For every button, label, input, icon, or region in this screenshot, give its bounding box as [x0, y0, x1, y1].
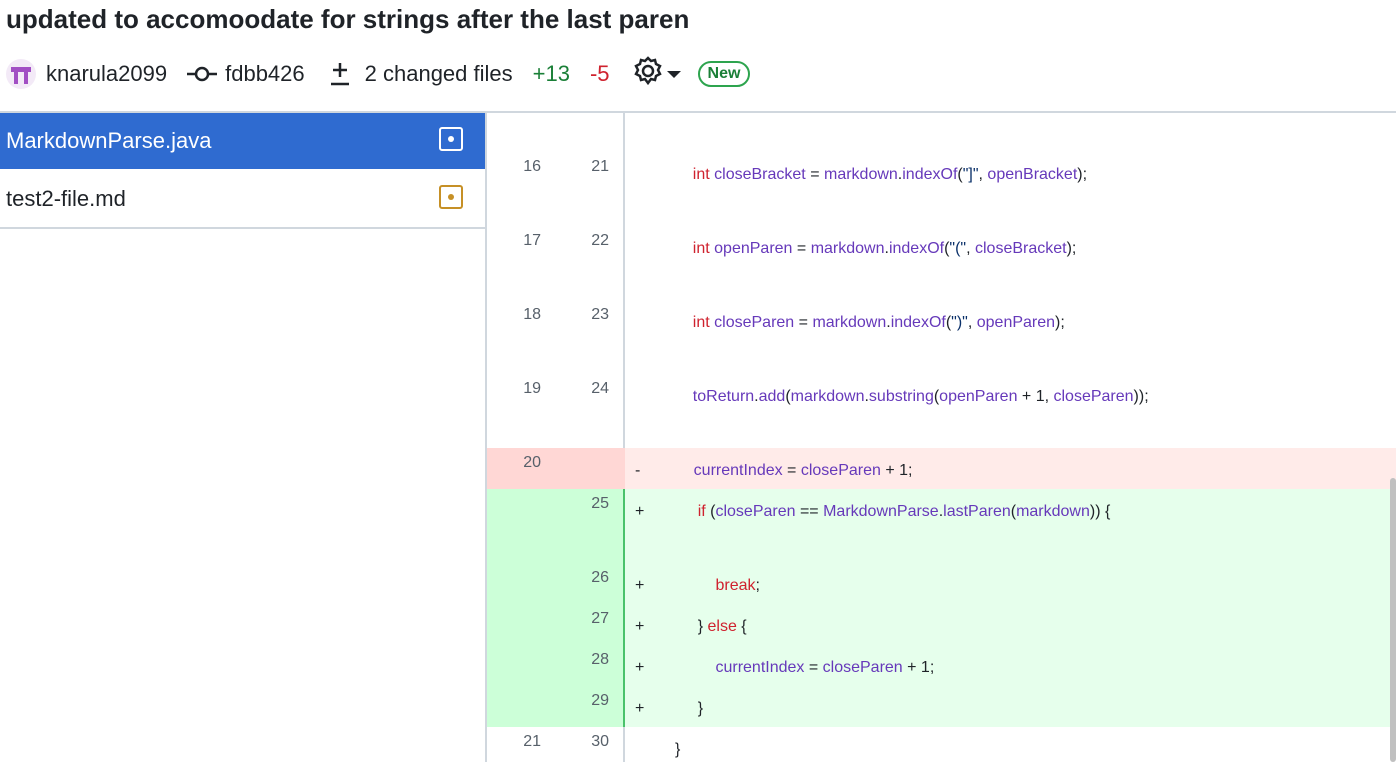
code-line: + currentIndex = closeParen + 1;: [635, 659, 935, 676]
author-link[interactable]: knarula2099: [46, 61, 167, 87]
new-line-number[interactable]: 23: [555, 300, 625, 374]
diff-line: 21 30 }: [487, 727, 1396, 762]
diff-sign: +: [635, 659, 645, 676]
file-name: test2-file.md: [6, 186, 126, 211]
code-line: toReturn.add(markdown.substring(openPare…: [625, 374, 1396, 448]
commit-icon: [187, 64, 218, 84]
diff-line: 27 + } else {: [487, 604, 1396, 645]
diff-sign: +: [635, 700, 645, 717]
diff-sign: +: [635, 503, 645, 520]
new-line-number[interactable]: 21: [555, 152, 625, 226]
code-line: int openParen = markdown.indexOf("(", cl…: [625, 226, 1396, 300]
diff-line: 1520 int openBracket = markdown.indexOf(…: [487, 113, 1396, 152]
diff-line: 18 23 int closeParen = markdown.indexOf("…: [487, 300, 1396, 374]
gear-icon: [632, 55, 664, 93]
new-badge: New: [697, 61, 751, 87]
file-modified-icon: [439, 127, 463, 151]
new-line-number[interactable]: 30: [555, 727, 625, 762]
old-line-number[interactable]: [487, 604, 555, 645]
code-line: int openBracket = markdown.indexOf("[", …: [625, 113, 1396, 152]
code-line: - currentIndex = closeParen + 1;: [635, 462, 913, 479]
diff-line: 16 21 int closeBracket = markdown.indexOf…: [487, 152, 1396, 226]
file-modified-icon: [439, 185, 463, 209]
file-item-markdownparse[interactable]: MarkdownParse.java: [0, 113, 485, 171]
deletions-count: -5: [589, 61, 610, 86]
code-line: + if (closeParen == MarkdownParse.lastPa…: [635, 503, 1111, 520]
old-line-number[interactable]: 18: [487, 300, 555, 374]
old-line-number[interactable]: 19: [487, 374, 555, 448]
commit-sha[interactable]: fdbb426: [225, 61, 305, 87]
code-line: + break;: [635, 577, 760, 594]
new-line-number[interactable]: [555, 448, 625, 489]
chevron-down-icon: [664, 61, 684, 87]
file-tree: MarkdownParse.java test2-file.md: [0, 113, 485, 762]
code-line: + } else {: [635, 618, 747, 635]
code-line: + }: [635, 700, 704, 717]
diff-line: 26 + break;: [487, 563, 1396, 604]
diff-sign: +: [635, 577, 645, 594]
code-line: int closeBracket = markdown.indexOf("]",…: [625, 152, 1396, 226]
old-line-number[interactable]: 16: [487, 152, 555, 226]
diff-line: 29 + }: [487, 686, 1396, 727]
old-line-number[interactable]: [487, 645, 555, 686]
new-line-number[interactable]: 26: [555, 563, 625, 604]
changed-files-count[interactable]: 2 changed files: [365, 61, 513, 87]
new-line-number[interactable]: 29: [555, 686, 625, 727]
old-line-number[interactable]: 21: [487, 727, 555, 762]
code-line: int closeParen = markdown.indexOf(")", o…: [625, 300, 1396, 374]
new-line-number[interactable]: 24: [555, 374, 625, 448]
diff-line: 25 + if (closeParen == MarkdownParse.last…: [487, 489, 1396, 563]
old-line-number[interactable]: 20: [487, 448, 555, 489]
additions-count: +13: [532, 61, 570, 86]
diff-scrollbar[interactable]: [1390, 478, 1396, 762]
commit-title: updated to accomoodate for strings after…: [6, 4, 690, 34]
diff-view: 1520 int openBracket = markdown.indexOf(…: [487, 113, 1396, 762]
code-line: }: [625, 727, 1396, 762]
commit-meta: knarula2099 fdbb426 2 changed files +13 …: [6, 55, 751, 93]
diff-sign: +: [635, 618, 645, 635]
changed-files-icon: [329, 61, 351, 87]
new-line-number[interactable]: 27: [555, 604, 625, 645]
new-line-number[interactable]: 28: [555, 645, 625, 686]
diff-line: 20 - currentIndex = closeParen + 1;: [487, 448, 1396, 489]
diff-line: 17 22 int openParen = markdown.indexOf("(…: [487, 226, 1396, 300]
new-line-number[interactable]: 25: [555, 489, 625, 563]
new-line-number[interactable]: 22: [555, 226, 625, 300]
avatar-icon[interactable]: [6, 59, 36, 89]
new-line-number[interactable]: 20: [555, 113, 625, 152]
old-line-number[interactable]: 17: [487, 226, 555, 300]
file-name: MarkdownParse.java: [6, 128, 212, 153]
diff-line: 19 24 toReturn.add(markdown.substring(ope…: [487, 374, 1396, 448]
old-line-number[interactable]: [487, 686, 555, 727]
diff-line: 28 + currentIndex = closeParen + 1;: [487, 645, 1396, 686]
old-line-number[interactable]: [487, 489, 555, 563]
old-line-number[interactable]: 15: [487, 113, 555, 152]
old-line-number[interactable]: [487, 563, 555, 604]
file-item-test2[interactable]: test2-file.md: [0, 171, 485, 229]
settings-dropdown[interactable]: [632, 55, 684, 93]
